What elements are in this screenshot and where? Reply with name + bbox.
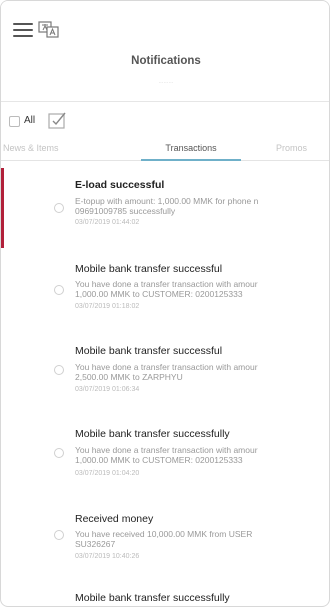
notification-body-line2: 1,000.00 MMK to CUSTOMER: 0200125333: [75, 289, 243, 299]
notification-date: 03/07/2019 10:40:26: [75, 553, 140, 560]
notification-body-line2: 1,000.00 MMK to CUSTOMER: 0200125333: [75, 455, 243, 465]
header: Notifications ·········: [1, 1, 329, 101]
unread-indicator: [1, 168, 4, 248]
notification-body-line1: You have done a transfer transaction wit…: [75, 362, 258, 372]
notification-date: 03/07/2019 01:18:02: [75, 303, 140, 310]
notification-body-line2: 2,500.00 MMK to ZARPHYU: [75, 372, 183, 382]
notification-date: 03/07/2019 01:04:20: [75, 470, 140, 477]
notification-title: Received money: [75, 513, 154, 525]
select-row: All: [1, 102, 329, 135]
notification-body-line1: You have done a transfer transaction wit…: [75, 279, 258, 289]
notification-title: E-load successful: [75, 179, 165, 191]
tab-transactions[interactable]: Transactions: [141, 139, 241, 161]
notification-title: Mobile bank transfer successfully: [75, 428, 230, 440]
notification-title: Mobile bank transfer successfully: [75, 592, 230, 604]
notification-item[interactable]: Mobile bank transfer successfully You ha…: [1, 408, 329, 488]
checkbox-check-icon[interactable]: [47, 110, 69, 130]
notification-item[interactable]: Mobile bank transfer successfully: [1, 568, 329, 606]
notification-body-line1: E-topup with amount: 1,000.00 MMK for ph…: [75, 196, 259, 206]
tab-news[interactable]: News & Items: [1, 139, 67, 161]
item-select-radio[interactable]: [54, 203, 64, 213]
translate-icon[interactable]: [38, 21, 60, 39]
notification-title: Mobile bank transfer successful: [75, 345, 223, 357]
item-select-radio[interactable]: [54, 530, 64, 540]
tab-promos[interactable]: Promos: [276, 139, 329, 161]
item-select-radio[interactable]: [54, 448, 64, 458]
item-select-radio[interactable]: [54, 285, 64, 295]
page-subtitle: ·········: [158, 80, 174, 86]
notification-item[interactable]: Received money You have received 10,000.…: [1, 488, 329, 568]
hamburger-menu-icon[interactable]: [13, 23, 33, 37]
item-select-radio[interactable]: [54, 365, 64, 375]
select-all-label: All: [24, 115, 36, 126]
notification-list: E-load successful E-topup with amount: 1…: [1, 168, 329, 606]
notification-body-line1: You have done a transfer transaction wit…: [75, 445, 258, 455]
select-all-checkbox[interactable]: [9, 116, 20, 127]
notification-item[interactable]: Mobile bank transfer successful You have…: [1, 328, 329, 408]
page-title: Notifications: [131, 55, 201, 67]
app-frame: Notifications ········· All News & Items…: [0, 0, 330, 607]
notification-date: 03/07/2019 01:44:02: [75, 219, 140, 226]
notification-item[interactable]: E-load successful E-topup with amount: 1…: [1, 168, 329, 248]
tab-bar: News & Items Transactions Promos: [1, 135, 329, 161]
notification-body-line2: SU326267: [75, 539, 116, 549]
notification-item[interactable]: Mobile bank transfer successful You have…: [1, 248, 329, 330]
notification-body-line1: You have received 10,000.00 MMK from USE…: [75, 529, 253, 539]
notification-title: Mobile bank transfer successful: [75, 263, 223, 275]
notification-body-line2: 09691009785 successfully: [75, 206, 176, 216]
notification-date: 03/07/2019 01:06:34: [75, 386, 140, 393]
